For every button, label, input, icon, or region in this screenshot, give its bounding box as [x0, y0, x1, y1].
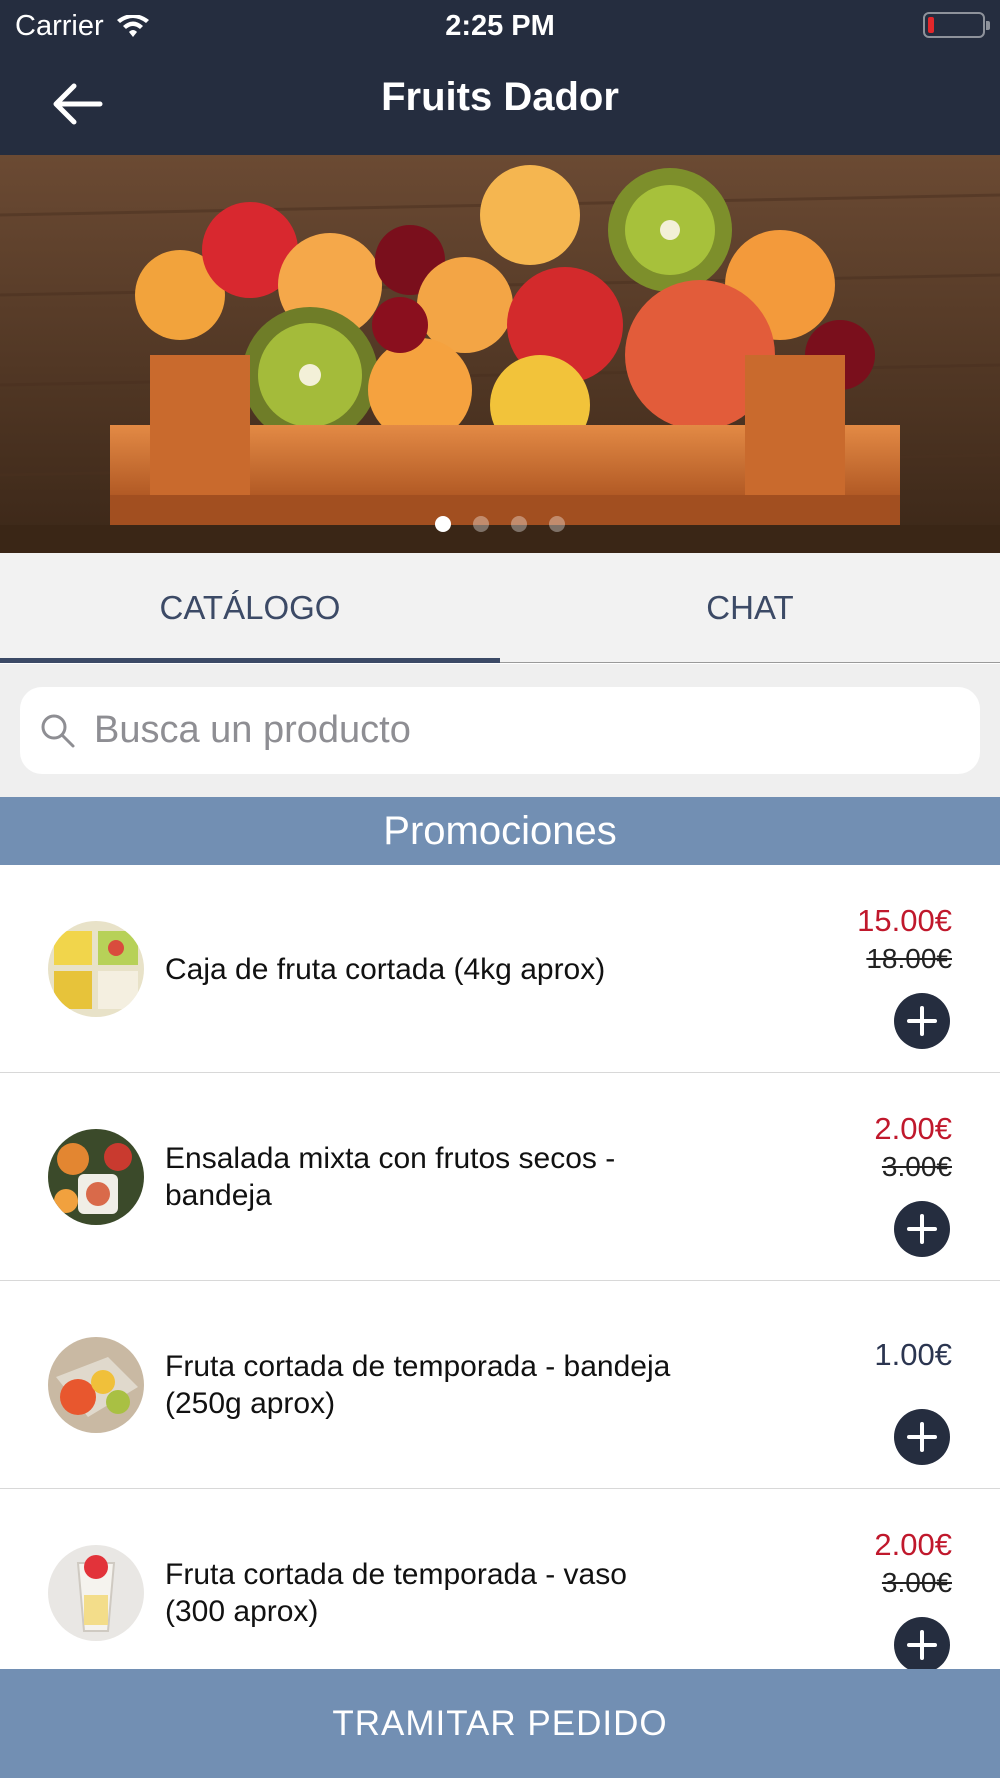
section-header-promociones: Promociones [0, 797, 1000, 865]
product-old-price: 3.00€ [881, 1151, 952, 1182]
battery-icon [923, 12, 990, 38]
search-input[interactable] [94, 709, 954, 752]
product-row[interactable]: Fruta cortada de temporada - bandeja (25… [0, 1281, 1000, 1489]
carousel-dot [511, 516, 527, 532]
product-name: Ensalada mixta con frutos secos - bandej… [165, 1142, 616, 1212]
product-thumbnail [48, 921, 144, 1017]
product-thumbnail [48, 1337, 144, 1433]
add-to-cart-button[interactable] [894, 993, 950, 1049]
tab-chat[interactable]: CHAT [500, 553, 1000, 662]
carousel-page-indicator [0, 516, 1000, 532]
product-old-price: 18.00€ [866, 943, 952, 974]
add-to-cart-button[interactable] [894, 1409, 950, 1465]
search-container [0, 664, 1000, 797]
product-thumbnail [48, 1129, 144, 1225]
checkout-button[interactable]: TRAMITAR PEDIDO [0, 1669, 1000, 1778]
product-list: Caja de fruta cortada (4kg aprox) 15.00€… [0, 865, 1000, 1697]
search-icon [41, 714, 75, 747]
carousel-dot [473, 516, 489, 532]
product-row[interactable]: Ensalada mixta con frutos secos - bandej… [0, 1073, 1000, 1281]
status-bar: Carrier 2:25 PM [0, 0, 1000, 50]
product-row[interactable]: Fruta cortada de temporada - vaso (300 a… [0, 1489, 1000, 1697]
navigation-bar: Carrier 2:25 PM Fruits Dador [0, 0, 1000, 155]
fruit-crate-image [0, 155, 1000, 553]
product-thumbnail [48, 1545, 144, 1641]
page-title: Fruits Dador [381, 75, 619, 119]
tab-bar: CATÁLOGO CHAT [0, 553, 1000, 663]
product-old-price: 3.00€ [881, 1567, 952, 1598]
carousel-dot [435, 516, 451, 532]
banner-carousel[interactable] [0, 155, 1000, 553]
add-to-cart-button[interactable] [894, 1617, 950, 1673]
product-price: 15.00€ [857, 903, 952, 938]
product-price: 2.00€ [874, 1527, 952, 1562]
product-price: 1.00€ [874, 1337, 952, 1372]
product-row[interactable]: Caja de fruta cortada (4kg aprox) 15.00€… [0, 865, 1000, 1073]
status-time: 2:25 PM [445, 10, 555, 42]
tab-catalogo[interactable]: CATÁLOGO [0, 553, 500, 663]
product-name: Fruta cortada de temporada - bandeja (25… [165, 1350, 671, 1420]
carousel-dot [549, 516, 565, 532]
add-to-cart-button[interactable] [894, 1201, 950, 1257]
product-name: Caja de fruta cortada (4kg aprox) [165, 952, 606, 986]
product-name: Fruta cortada de temporada - vaso (300 a… [165, 1558, 627, 1628]
product-price: 2.00€ [874, 1111, 952, 1146]
search-box [20, 687, 980, 774]
